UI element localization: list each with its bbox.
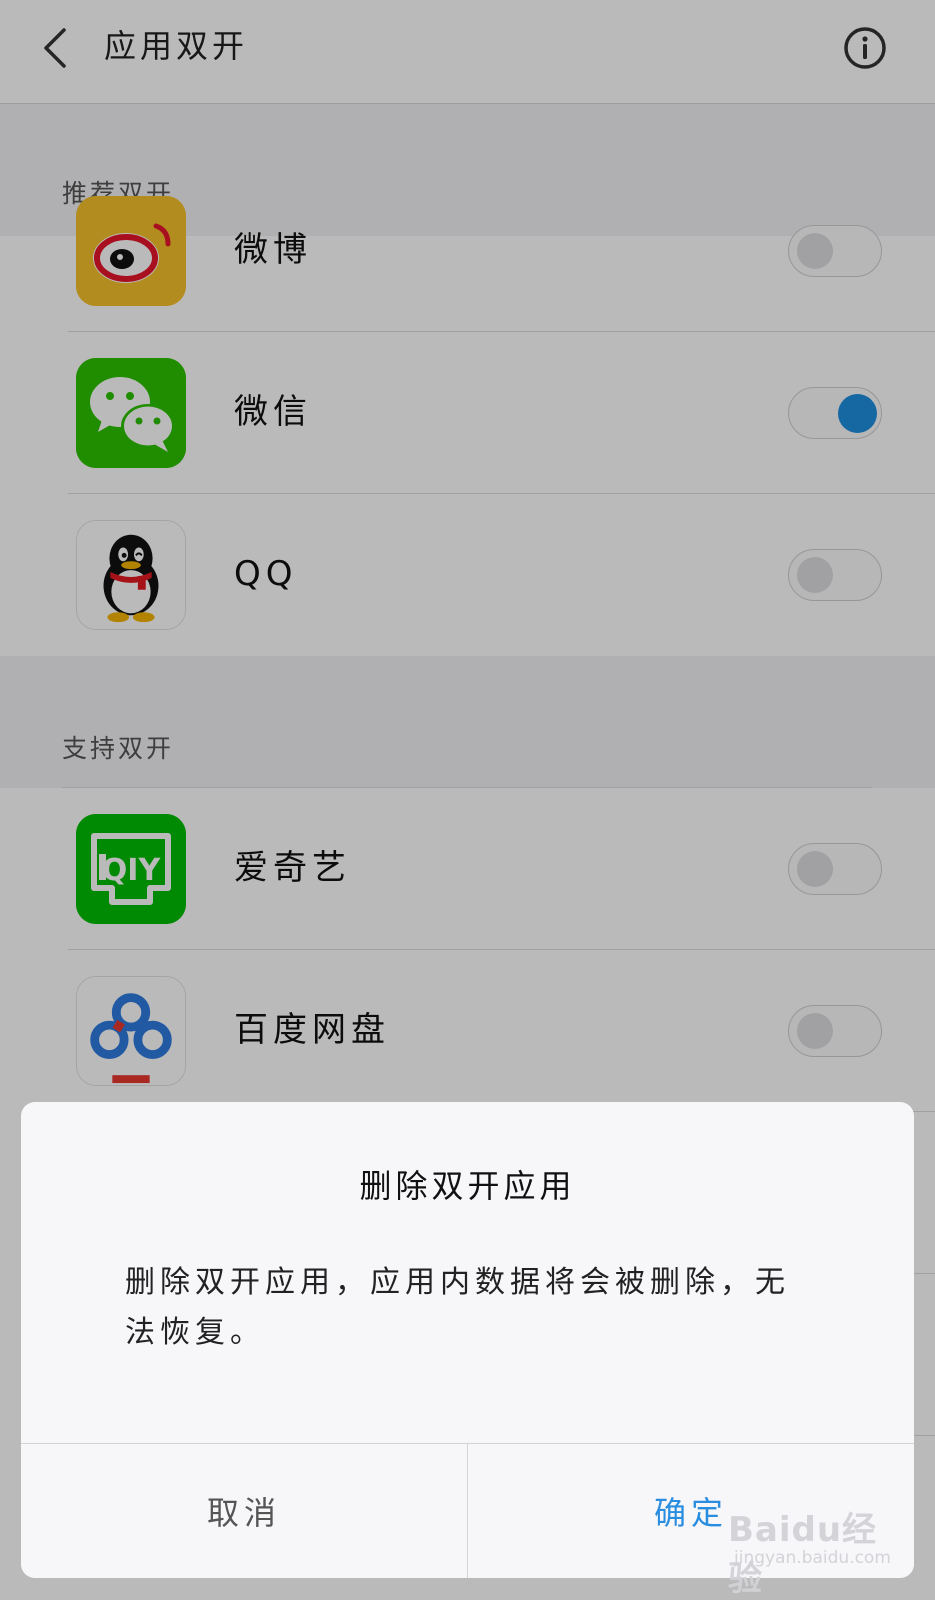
dialog-message: 删除双开应用，应用内数据将会被删除，无法恢复。 xyxy=(125,1265,790,1350)
cancel-button[interactable]: 取消 xyxy=(21,1444,468,1578)
dialog-title: 删除双开应用 xyxy=(359,1167,576,1205)
watermark-url: jingyan.baidu.com xyxy=(734,1548,891,1568)
baidu-watermark: Baidu经验 jingyan.baidu.com xyxy=(728,1490,898,1599)
